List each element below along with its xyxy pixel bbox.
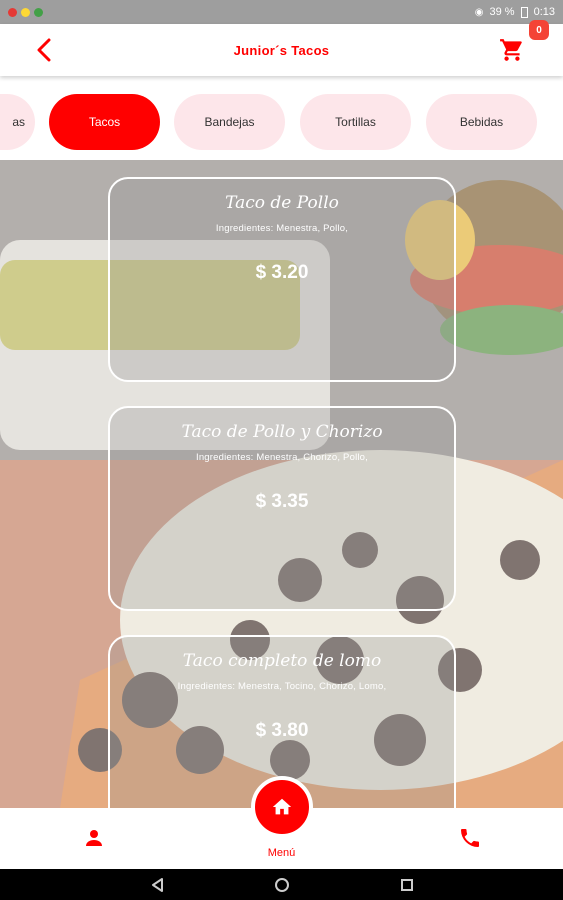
home-icon xyxy=(272,798,292,815)
category-chip-bandejas[interactable]: Bandejas xyxy=(174,94,285,150)
back-arrow-icon xyxy=(37,38,51,62)
product-name: Taco de Pollo y Chorizo xyxy=(181,422,383,442)
product-price: $ 3.20 xyxy=(255,262,309,283)
battery-icon xyxy=(520,6,528,18)
wifi-icon: ◉ xyxy=(474,6,484,18)
system-nav-bar xyxy=(0,869,563,900)
back-button[interactable] xyxy=(32,36,56,64)
product-name: Taco completo de lomo xyxy=(182,651,382,671)
product-card[interactable]: Taco de Pollo Ingredientes: Menestra, Po… xyxy=(108,177,456,382)
status-bar: ◉ 39 % 0:13 xyxy=(0,0,563,24)
cart-count-badge: 0 xyxy=(529,20,549,40)
product-ingredients: Ingredientes: Menestra, Chorizo, Pollo, xyxy=(195,452,369,463)
category-chip-bebidas[interactable]: Bebidas xyxy=(426,94,537,150)
system-back-icon xyxy=(151,877,163,892)
system-home-icon xyxy=(274,877,289,892)
category-chip-tacos[interactable]: Tacos xyxy=(49,94,160,150)
product-card[interactable]: Taco de Pollo y Chorizo Ingredientes: Me… xyxy=(108,406,456,611)
system-recents-button[interactable] xyxy=(400,878,414,892)
product-price: $ 3.80 xyxy=(255,720,309,741)
cart-button[interactable] xyxy=(497,36,527,64)
battery-level: 39 % xyxy=(489,6,515,18)
notification-icons xyxy=(8,7,43,17)
category-bar: as Tacos Bandejas Tortillas Bebidas xyxy=(0,80,563,160)
app-bar: Junior´s Tacos 0 xyxy=(0,20,563,76)
home-menu-button[interactable] xyxy=(251,776,313,838)
notification-icon xyxy=(34,7,43,17)
system-home-button[interactable] xyxy=(274,877,290,893)
menu-label: Menú xyxy=(267,847,296,859)
notification-icon xyxy=(21,7,30,17)
product-ingredients: Ingredientes: Menestra, Pollo, xyxy=(215,223,349,234)
product-ingredients: Ingredientes: Menestra, Tocino, Chorizo,… xyxy=(177,681,387,692)
category-chip-tortillas[interactable]: Tortillas xyxy=(300,94,411,150)
product-price: $ 3.35 xyxy=(255,491,309,512)
app-title: Junior´s Tacos xyxy=(233,42,330,58)
notification-icon xyxy=(8,7,17,17)
system-recents-icon xyxy=(400,878,413,891)
system-back-button[interactable] xyxy=(150,877,164,893)
clock: 0:13 xyxy=(533,6,555,18)
product-list[interactable]: Taco de Pollo Ingredientes: Menestra, Po… xyxy=(0,160,563,808)
product-name: Taco de Pollo xyxy=(225,193,339,213)
cart-icon xyxy=(500,39,522,61)
category-chip[interactable]: as xyxy=(0,94,35,150)
